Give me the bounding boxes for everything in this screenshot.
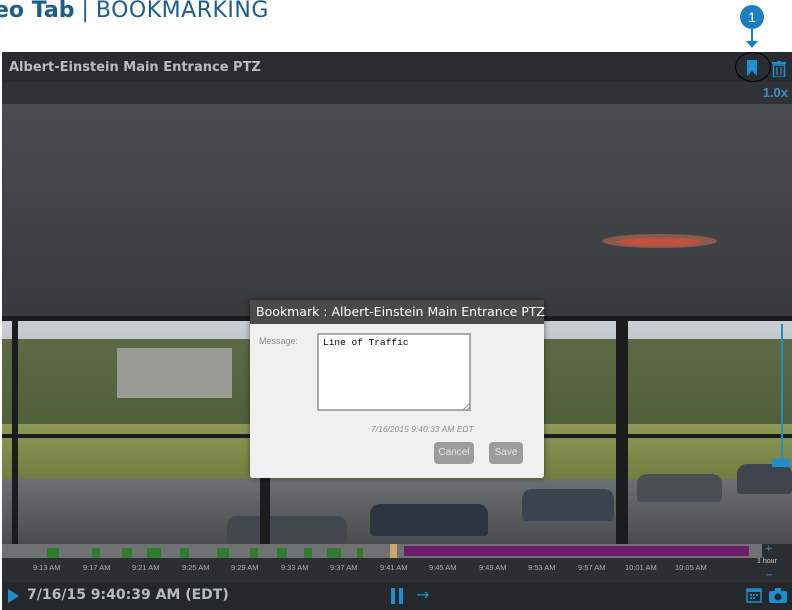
camera-title: Albert-Einstein Main Entrance PTZ: [9, 60, 261, 75]
playback-controls: 7/16/15 9:40:39 AM (EDT) →: [2, 582, 792, 610]
recording-segment: [327, 548, 341, 558]
recording-segment: [357, 548, 363, 558]
timeline-tick: 9:29 AM: [231, 563, 259, 572]
timeline-tick: 9:33 AM: [281, 563, 309, 572]
recording-segment: [92, 548, 100, 558]
video-car: [522, 489, 614, 521]
timeline-tick: 9:13 AM: [33, 563, 61, 572]
timeline-tick: 9:49 AM: [479, 563, 507, 572]
window-frame: [12, 316, 18, 544]
camera-icon[interactable]: [769, 588, 787, 603]
doc-title-separator: |: [81, 0, 89, 23]
bookmark-dialog-header: Bookmark : Albert-Einstein Main Entrance…: [250, 300, 545, 324]
recording-segment: [304, 548, 312, 558]
video-car: [370, 504, 488, 536]
timeline-tick: 9:17 AM: [83, 563, 111, 572]
save-button[interactable]: Save: [489, 442, 523, 464]
doc-title-subtitle: BOOKMARKING: [95, 0, 269, 23]
textarea-resize-handle[interactable]: [462, 403, 470, 411]
arrow-right-icon[interactable]: →: [416, 585, 429, 604]
message-label: Message:: [259, 336, 299, 346]
timeline-tick: 9:45 AM: [429, 563, 457, 572]
timeline-playhead[interactable]: [390, 544, 397, 558]
cancel-button[interactable]: Cancel: [434, 442, 474, 464]
recording-segment: [180, 548, 189, 558]
bookmark-icon[interactable]: [746, 60, 758, 76]
recording-segment: [277, 548, 287, 558]
video-ceiling: [2, 104, 792, 319]
pause-icon[interactable]: [391, 588, 405, 604]
timeline-tick: 10:05 AM: [675, 563, 707, 572]
timeline-zoom-out-button[interactable]: −: [765, 570, 773, 581]
recording-segment: [250, 548, 258, 558]
playback-datetime: 7/16/15 9:40:39 AM (EDT): [27, 587, 229, 603]
timeline-zoom-label: 1 hour: [757, 558, 777, 565]
recording-segment: [47, 548, 59, 558]
doc-header: eo Tab | BOOKMARKING 1: [0, 0, 792, 52]
window-frame: [616, 316, 628, 544]
timeline-zoom-in-button[interactable]: +: [765, 544, 773, 554]
callout-number: 1: [740, 5, 764, 29]
play-icon[interactable]: [8, 589, 19, 603]
timeline-tick: 10:01 AM: [625, 563, 657, 572]
doc-title-bold: eo Tab: [0, 0, 75, 23]
video-ceiling-light-inner: [616, 238, 702, 246]
timeline-tick: 9:41 AM: [380, 563, 408, 572]
video-building: [117, 348, 232, 398]
bookmark-range: [404, 546, 749, 556]
timeline-tick: 9:37 AM: [330, 563, 358, 572]
video-car: [737, 464, 792, 494]
bookmark-dialog: Bookmark : Albert-Einstein Main Entrance…: [250, 300, 545, 478]
recording-segment: [217, 548, 229, 558]
calendar-icon[interactable]: [746, 587, 762, 603]
player-title-bar: Albert-Einstein Main Entrance PTZ: [2, 52, 792, 82]
bookmark-timestamp: 7/16/2015 9:40:33 AM EDT: [371, 424, 474, 434]
doc-title: eo Tab | BOOKMARKING: [0, 0, 269, 23]
player-toolbar: 1.0x: [2, 82, 792, 104]
timeline-tick: 9:57 AM: [578, 563, 606, 572]
timeline-tick: 9:21 AM: [132, 563, 160, 572]
callout-arrow-icon: [746, 41, 758, 48]
trash-icon[interactable]: [772, 61, 786, 77]
message-textarea[interactable]: Line of Traffic: [317, 333, 471, 411]
video-car: [227, 516, 347, 544]
bookmark-dialog-title: Bookmark : Albert-Einstein Main Entrance…: [256, 304, 545, 319]
video-car: [637, 474, 722, 502]
zoom-level: 1.0x: [762, 85, 788, 100]
recording-segment: [122, 548, 132, 558]
recording-segment: [147, 548, 161, 558]
ptz-zoom-slider-track[interactable]: [781, 324, 783, 464]
timeline-tick: 9:53 AM: [528, 563, 556, 572]
timeline-tick: 9:25 AM: [182, 563, 210, 572]
bookmark-dialog-body: Message: Line of Traffic 7/16/2015 9:40:…: [250, 324, 544, 478]
timeline[interactable]: 9:13 AM 9:17 AM 9:21 AM 9:25 AM 9:29 AM …: [2, 544, 792, 582]
ptz-zoom-slider-thumb[interactable]: [772, 459, 790, 467]
